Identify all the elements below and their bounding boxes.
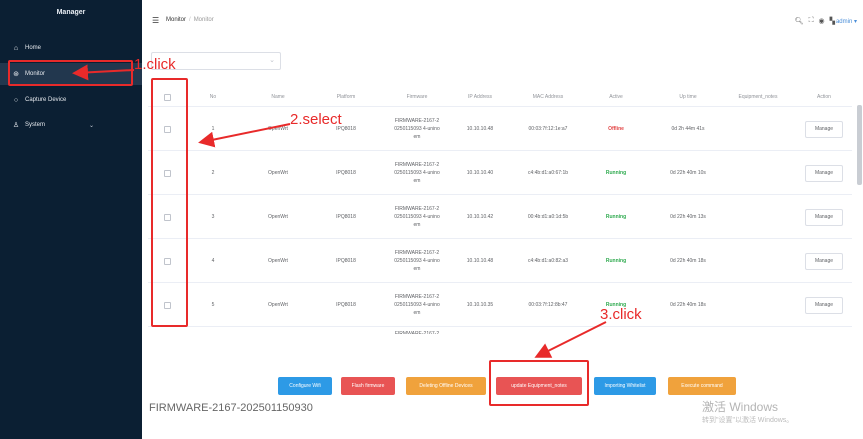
arrow-step2	[198, 123, 291, 148]
arrow-step3	[534, 321, 607, 358]
annotation-arrows	[72, 64, 607, 358]
arrow-step1	[72, 64, 135, 81]
